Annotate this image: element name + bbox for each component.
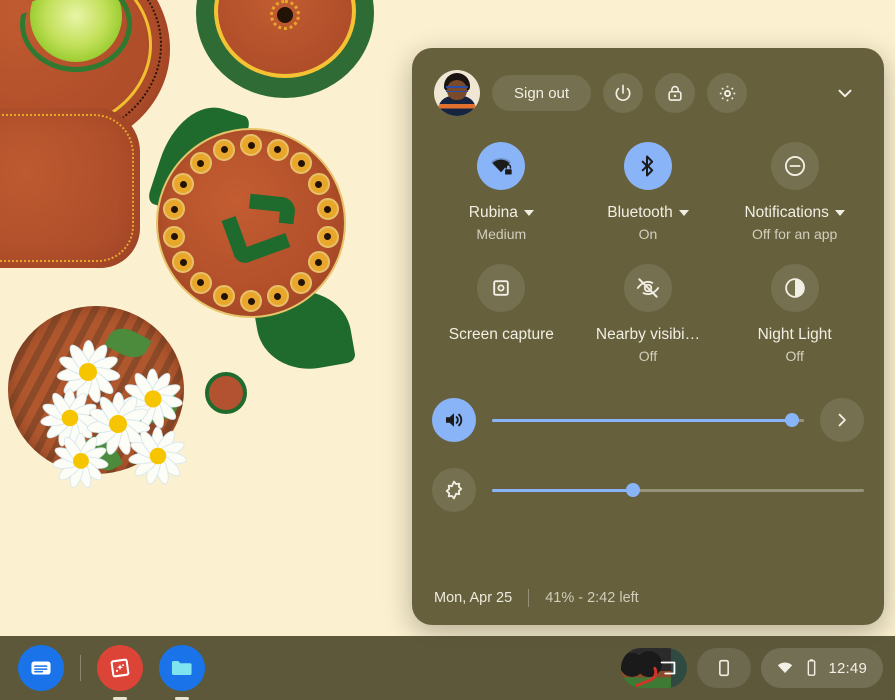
tile-notifications-label-row: Notifications (744, 202, 845, 223)
tile-night-light-label-row: Night Light (758, 324, 832, 345)
tile-nearby-label-row: Nearby visibi… (596, 324, 700, 345)
wallpaper-daisy (51, 432, 110, 490)
chevron-right-icon (838, 413, 846, 427)
shelf-app-photo-effects[interactable] (97, 645, 143, 691)
brightness-slider-row (412, 468, 884, 512)
shelf: 12:49 (0, 636, 895, 700)
tile-nearby-label: Nearby visibi… (595, 326, 701, 343)
folder-icon (171, 661, 192, 675)
shelf-app-chat[interactable] (18, 645, 64, 691)
tile-network-label-row: Rubina (469, 202, 534, 223)
brightness-slider-fill (492, 488, 634, 492)
power-button[interactable] (603, 73, 644, 113)
tile-night-light[interactable]: Night Light Off (721, 264, 868, 364)
shelf-app-files[interactable] (159, 645, 205, 691)
screen-capture-icon (477, 264, 526, 312)
chevron-down-icon (838, 89, 852, 98)
do-not-disturb-icon (770, 142, 819, 190)
screen-cast-icon (661, 661, 676, 675)
photo-effects-icon (110, 658, 130, 678)
night-light-icon (770, 264, 819, 312)
quick-settings-header: Sign out (412, 48, 884, 116)
date-label[interactable]: Mon, Apr 25 (434, 590, 512, 606)
tile-network-sublabel: Medium (476, 226, 527, 242)
volume-slider-thumb[interactable] (784, 413, 799, 427)
brightness-slider[interactable] (492, 480, 864, 500)
tile-notifications-sublabel: Off for an app (751, 226, 838, 242)
avatar-glasses (446, 86, 468, 92)
shelf-app-list (0, 645, 205, 691)
volume-slider-fill (492, 418, 792, 422)
gear-icon (719, 85, 735, 101)
tile-notifications[interactable]: Notifications Off for an app (721, 142, 868, 242)
lock-icon (668, 85, 682, 101)
sign-out-button[interactable]: Sign out (492, 75, 592, 111)
system-tray[interactable]: 12:49 (761, 648, 883, 688)
brightness-slider-thumb[interactable] (626, 483, 641, 497)
battery-status-label[interactable]: 41% - 2:42 left (545, 590, 639, 606)
brightness-icon[interactable] (432, 468, 476, 512)
chat-icon (31, 661, 51, 675)
chevron-down-icon (834, 209, 845, 216)
shelf-status-area: 12:49 (621, 648, 895, 688)
footer-divider (528, 589, 530, 607)
tile-network[interactable]: Rubina Medium (428, 142, 575, 242)
tile-nearby-sublabel: Off (638, 348, 658, 364)
wifi-locked-icon (477, 142, 526, 190)
avatar[interactable] (434, 70, 480, 116)
feature-tile-grid: Rubina Medium Bluetooth On Notifications… (412, 116, 884, 364)
volume-slider-row (412, 398, 884, 442)
volume-slider[interactable] (492, 410, 804, 430)
nearby-share-off-icon (623, 264, 672, 312)
tile-bluetooth[interactable]: Bluetooth On (575, 142, 722, 242)
volume-up-icon[interactable] (432, 398, 476, 442)
quick-settings-footer: Mon, Apr 25 41% - 2:42 left (434, 589, 639, 607)
phone-hub-icon (719, 659, 730, 677)
clock-label: 12:49 (828, 659, 867, 677)
battery-icon (808, 659, 816, 676)
tile-night-light-sublabel: Off (785, 348, 804, 364)
phone-hub-button[interactable] (697, 648, 752, 688)
settings-button[interactable] (707, 73, 748, 113)
quick-settings-panel: Sign out Rubina Medium Bluetooth On Noti… (412, 48, 884, 625)
tile-notifications-label: Notifications (744, 204, 829, 221)
lock-button[interactable] (655, 73, 696, 113)
power-icon (615, 84, 631, 101)
wallpaper-plate-core-dot (277, 7, 293, 23)
bluetooth-icon (623, 142, 672, 190)
collapse-button[interactable] (828, 76, 862, 110)
audio-settings-button[interactable] (820, 398, 864, 442)
tile-screen-capture[interactable]: Screen capture (428, 264, 575, 364)
tile-bluetooth-sublabel: On (638, 226, 658, 242)
tile-screen-capture-label: Screen capture (448, 326, 554, 343)
tile-night-light-label: Night Light (757, 326, 832, 343)
shelf-divider (80, 655, 81, 681)
wallpaper-daisy (127, 426, 188, 486)
tile-bluetooth-label: Bluetooth (607, 204, 673, 221)
chevron-down-icon (678, 209, 689, 216)
wallpaper-slab-dots (0, 114, 134, 262)
tile-bluetooth-label-row: Bluetooth (607, 202, 689, 223)
tile-nearby-visibility[interactable]: Nearby visibi… Off (575, 264, 722, 364)
wallpaper-small-bowl (205, 372, 247, 414)
screen-cast-button[interactable] (621, 648, 688, 688)
wallpaper-daisy (39, 388, 100, 448)
chromeos-desktop: Sign out Rubina Medium Bluetooth On Noti… (0, 0, 895, 700)
tile-network-label: Rubina (468, 204, 518, 221)
wifi-icon (778, 662, 793, 673)
chevron-down-icon (523, 209, 534, 216)
